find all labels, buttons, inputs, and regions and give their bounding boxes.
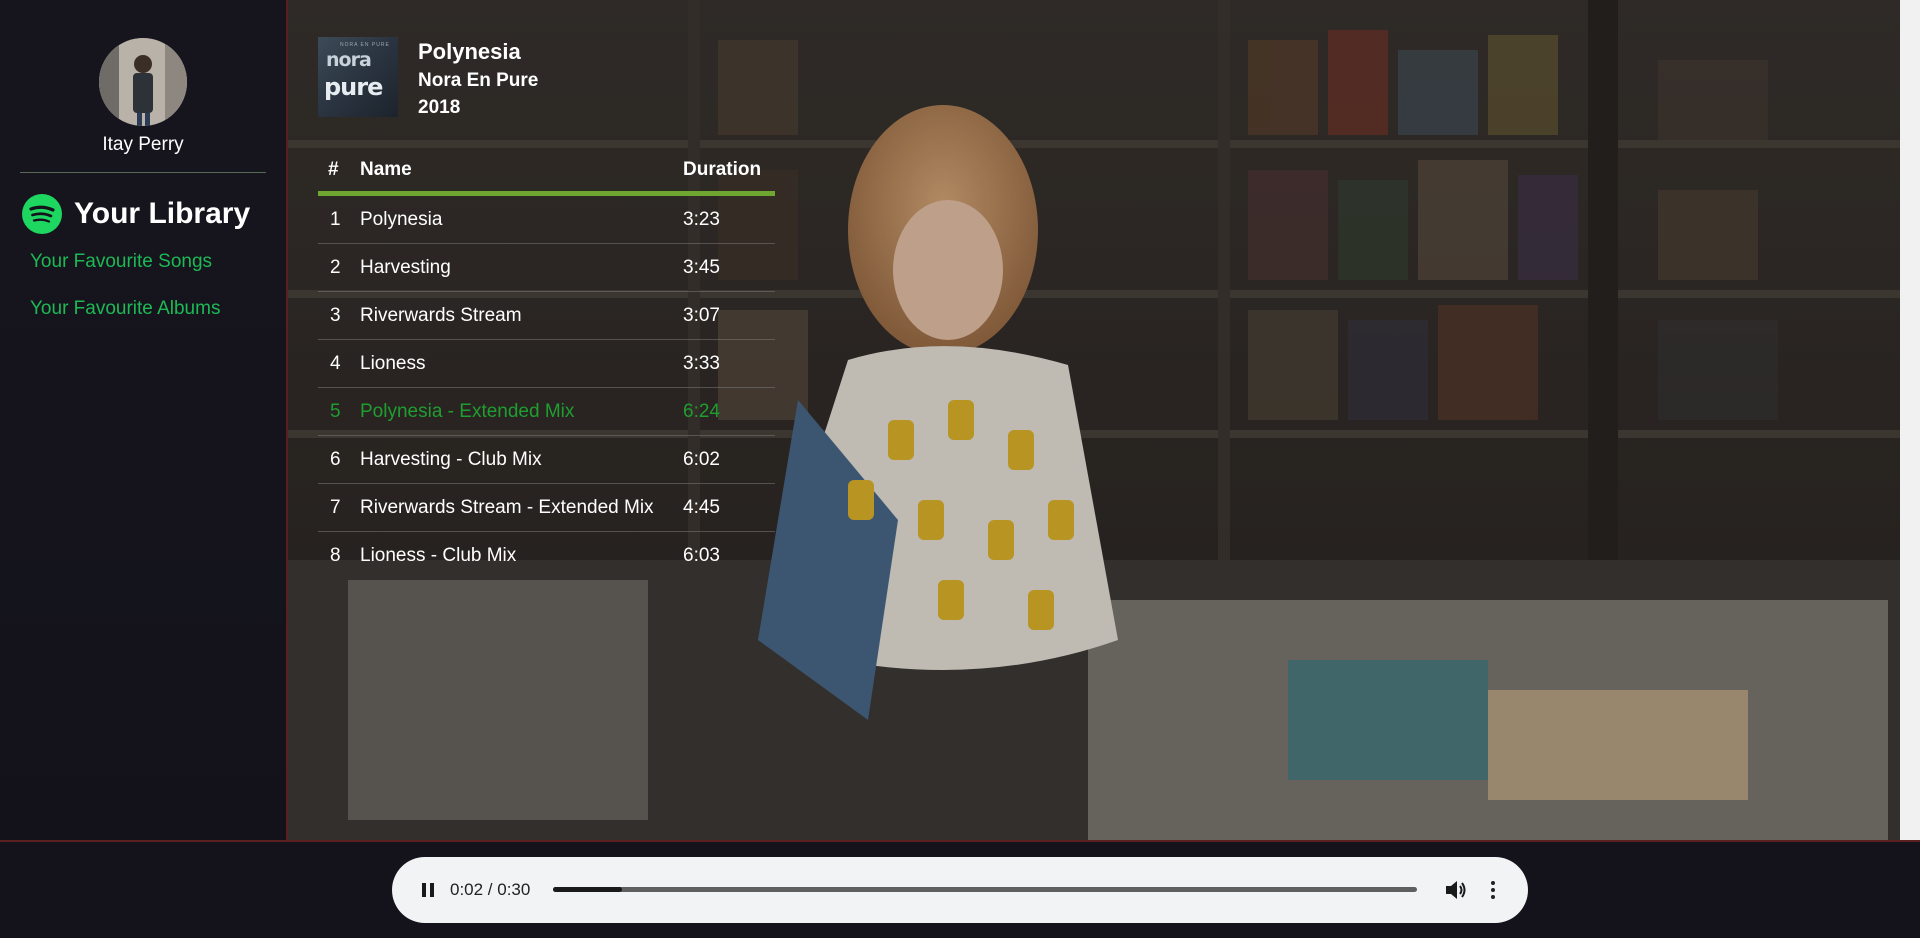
column-header-number: # <box>328 158 339 180</box>
track-duration: 4:45 <box>683 496 720 518</box>
track-row[interactable]: 4 Lioness 3:33 <box>318 340 775 388</box>
audio-player: 0:02 / 0:30 <box>392 857 1528 923</box>
page-scrollbar[interactable] <box>1900 0 1920 842</box>
track-name: Riverwards Stream <box>360 304 522 326</box>
track-duration: 3:07 <box>683 304 720 326</box>
more-dot <box>1491 895 1495 899</box>
album-cover-text-bottom: pure <box>324 73 383 101</box>
username: Itay Perry <box>102 134 184 155</box>
track-table-header: # Name Duration <box>318 148 775 196</box>
track-name: Riverwards Stream - Extended Mix <box>360 496 654 518</box>
sidebar-divider <box>20 172 266 173</box>
favourite-albums-link[interactable]: Your Favourite Albums <box>30 298 220 320</box>
library-title: Your Library <box>74 197 251 230</box>
progress-slider[interactable] <box>553 887 1417 892</box>
track-row[interactable]: 3 Riverwards Stream 3:07 <box>318 292 775 340</box>
track-row[interactable]: 2 Harvesting 3:45 <box>318 244 775 292</box>
more-dot <box>1491 888 1495 892</box>
album-cover: NORA EN PURE nora pure <box>318 37 398 117</box>
column-header-duration: Duration <box>683 158 762 180</box>
favourite-songs-link[interactable]: Your Favourite Songs <box>30 251 212 273</box>
track-name: Polynesia - Extended Mix <box>360 400 575 422</box>
track-duration: 3:45 <box>683 256 720 278</box>
track-duration: 6:02 <box>683 448 720 470</box>
track-name: Lioness - Club Mix <box>360 545 517 566</box>
album-cover-small-text: NORA EN PURE <box>340 42 390 48</box>
track-name: Harvesting <box>360 256 451 278</box>
track-name: Lioness <box>360 352 426 374</box>
track-row[interactable]: 8 Lioness - Club Mix 6:03 <box>318 532 775 580</box>
track-number: 1 <box>330 208 341 230</box>
track-table: # Name Duration 1 Polynesia 3:23 2 Harve… <box>318 148 775 580</box>
track-row[interactable]: 1 Polynesia 3:23 <box>318 196 775 244</box>
playback-time: 0:02 / 0:30 <box>450 880 531 899</box>
library-header: Your Library <box>22 194 250 234</box>
volume-button[interactable] <box>1442 877 1468 903</box>
progress-fill <box>553 887 623 892</box>
track-number: 8 <box>330 545 341 566</box>
track-name: Harvesting - Club Mix <box>360 448 542 470</box>
sidebar: Itay Perry Your Library Your Favourite S… <box>0 0 288 842</box>
track-row[interactable]: 6 Harvesting - Club Mix 6:02 <box>318 436 775 484</box>
track-row[interactable]: 7 Riverwards Stream - Extended Mix 4:45 <box>318 484 775 532</box>
avatar-image <box>99 38 187 126</box>
track-duration: 3:23 <box>683 208 720 230</box>
track-duration: 3:33 <box>683 352 720 374</box>
avatar[interactable] <box>99 38 187 126</box>
music-app: Itay Perry Your Library Your Favourite S… <box>0 0 1920 938</box>
column-header-name: Name <box>360 158 412 180</box>
spotify-icon <box>22 194 62 234</box>
track-name: Polynesia <box>360 208 443 230</box>
album-title: Polynesia <box>418 39 521 64</box>
album-year: 2018 <box>418 97 461 118</box>
volume-icon <box>1446 881 1466 899</box>
more-options-button[interactable] <box>1486 877 1500 903</box>
track-duration: 6:24 <box>683 400 720 422</box>
track-number: 2 <box>330 256 341 278</box>
track-number: 7 <box>330 496 341 518</box>
track-row-active[interactable]: 5 Polynesia - Extended Mix 6:24 <box>318 388 775 436</box>
track-duration: 6:03 <box>683 545 720 566</box>
track-number: 3 <box>330 304 341 326</box>
track-number: 4 <box>330 352 341 374</box>
player-bar: 0:02 / 0:30 <box>0 842 1920 938</box>
track-number: 5 <box>330 400 341 422</box>
more-vertical-icon <box>1491 881 1495 885</box>
pause-button[interactable] <box>416 878 440 902</box>
album-artist: Nora En Pure <box>418 70 539 91</box>
album-cover-text-top: nora <box>326 49 372 71</box>
pause-icon <box>422 883 434 897</box>
track-number: 6 <box>330 448 341 470</box>
